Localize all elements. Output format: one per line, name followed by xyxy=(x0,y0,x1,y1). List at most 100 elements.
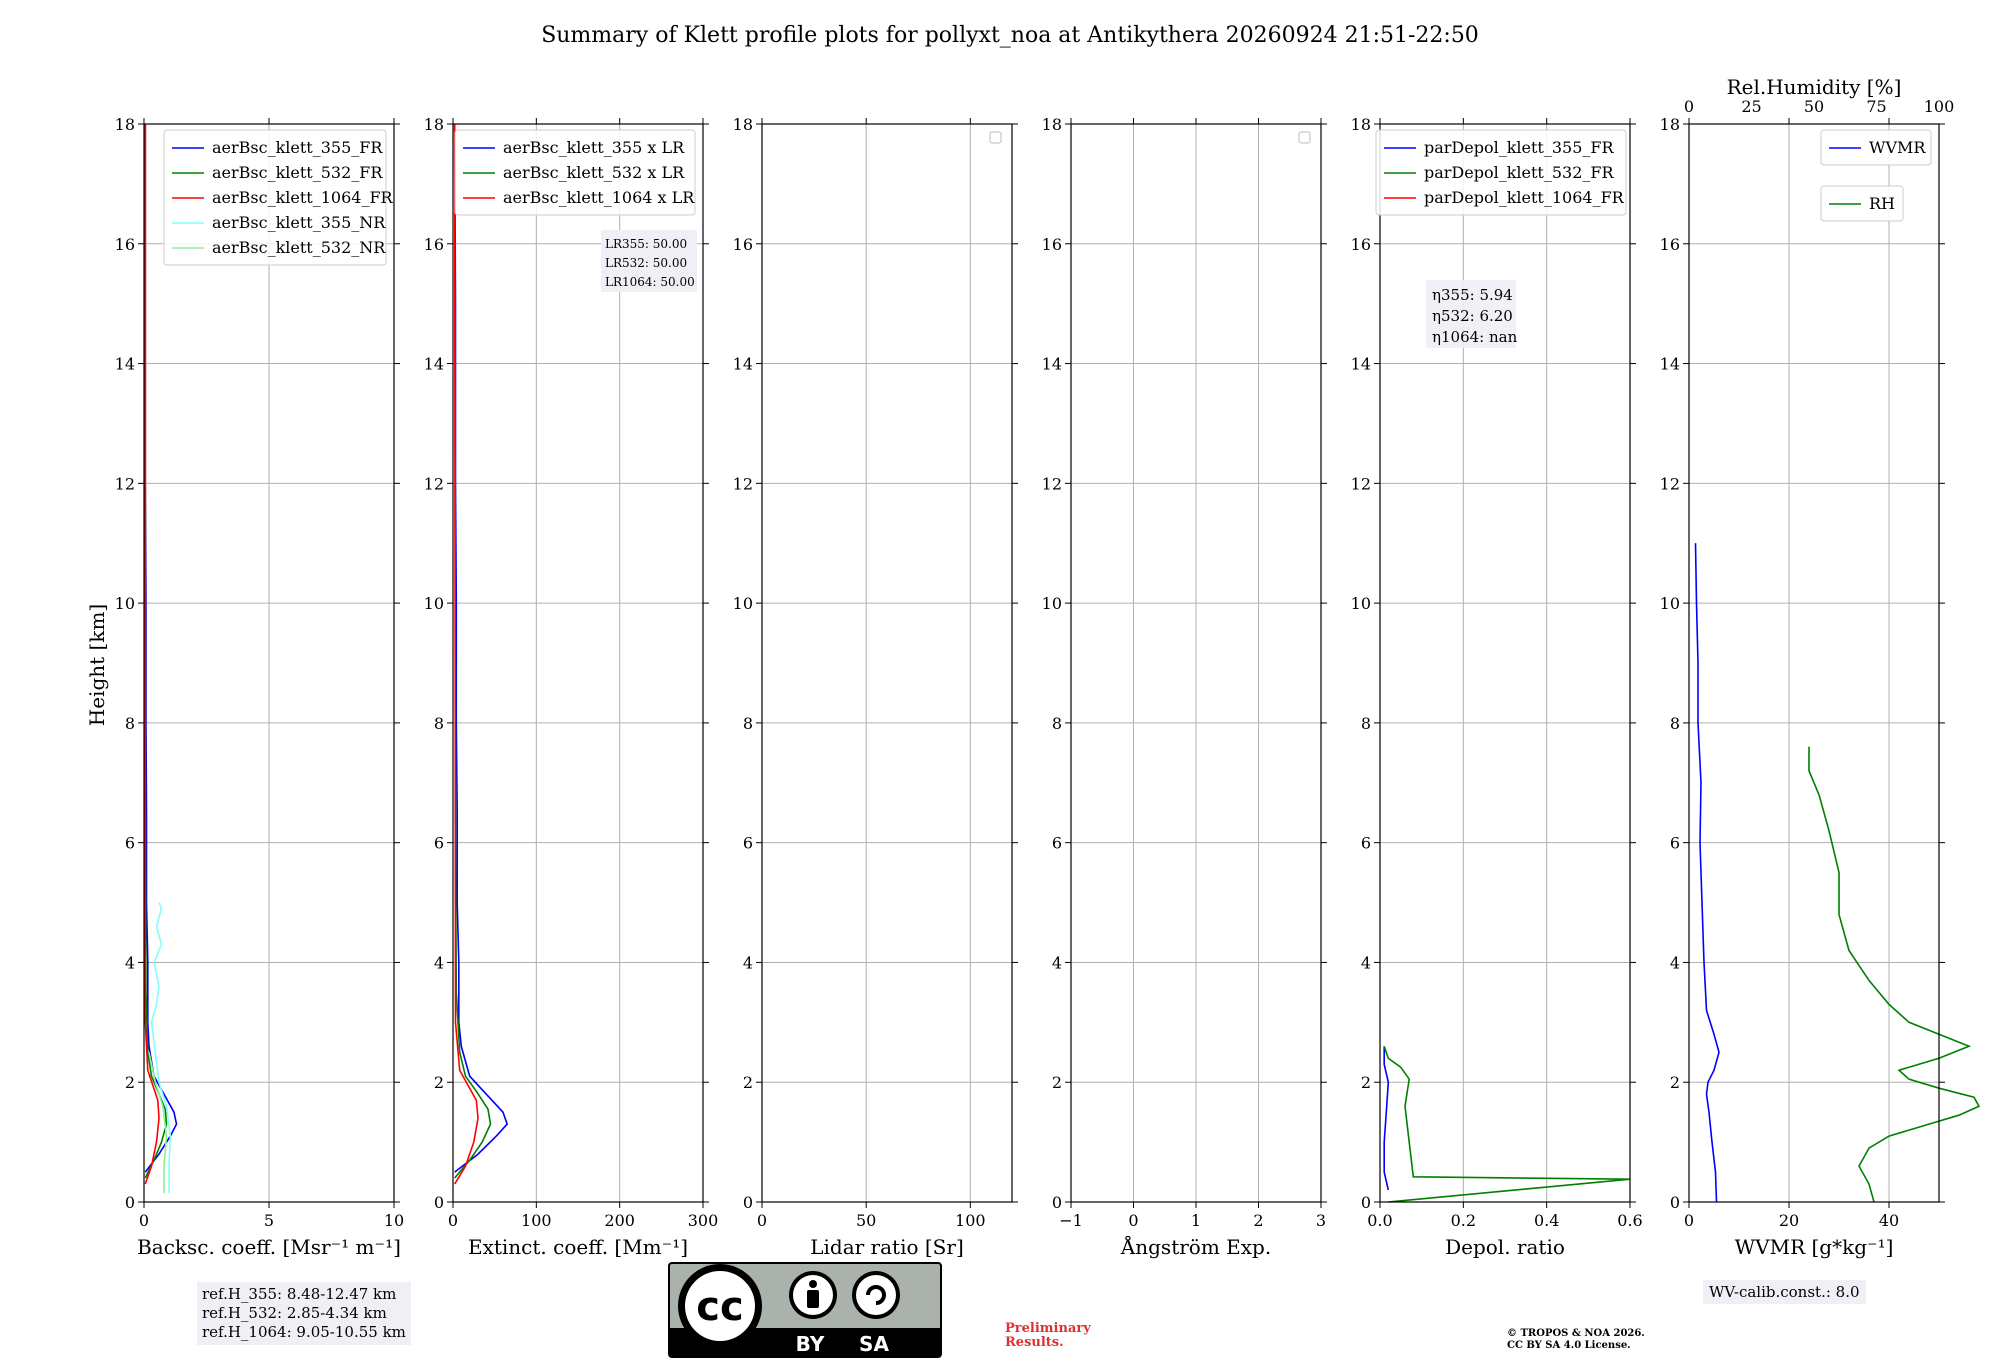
y-tick-label: 0 xyxy=(125,1193,135,1212)
panel-4: 024681012141618−1 0 1 2 3Ångström Exp. xyxy=(1042,115,1327,1259)
x-tick-label: 0 xyxy=(1128,1211,1138,1230)
cc-logo-text: cc xyxy=(696,1284,743,1330)
panel-1: 0 2 4 6 8 10 12 14 16 18 0 5 10 Backsc. coeff. [Msr⁻¹… xyxy=(115,115,405,1259)
y-tick-label: 14 xyxy=(1660,355,1680,374)
x-tick-label: 0 xyxy=(1684,1211,1694,1230)
copyright-note: © TROPOS & NOA 2026. CC BY SA 4.0 Licens… xyxy=(1507,1328,1645,1352)
y-tick-label: 10 xyxy=(1042,594,1062,613)
legend-entry: WVMR xyxy=(1869,138,1926,157)
y-tick-label: 10 xyxy=(115,594,135,613)
annotation-line: η355: 5.94 xyxy=(1432,286,1513,304)
y-tick-label: 8 xyxy=(125,714,135,733)
x-tick-label: 2 xyxy=(1253,1211,1263,1230)
y-tick-label: 0 xyxy=(1670,1193,1680,1212)
copyright-line-1: © TROPOS & NOA 2026. xyxy=(1507,1328,1645,1339)
y-tick-label: 14 xyxy=(424,355,444,374)
x-tick-label: 300 xyxy=(688,1211,719,1230)
legend: aerBsc_klett_355_FR aerBsc_klett_532_FRae… xyxy=(163,129,394,266)
series-line-aerBsc_klett_355_FR xyxy=(144,124,178,1173)
y-tick-label: 6 xyxy=(1052,834,1062,853)
preliminary-results-note: Preliminary Results. xyxy=(1005,1322,1091,1350)
annotation-line: η532: 6.20 xyxy=(1432,307,1513,325)
y-tick-label: 8 xyxy=(1052,714,1062,733)
y-tick-label: 18 xyxy=(1351,115,1371,134)
y-tick-label: 4 xyxy=(125,953,135,972)
legend-entry: RH xyxy=(1869,194,1895,213)
series-line-aerBsc_klett_355 x LR xyxy=(453,123,509,1173)
annotation-box: η355: 5.94 η532: 6.20 η1064: nan xyxy=(1426,280,1518,348)
preliminary-line-1: Preliminary xyxy=(1005,1321,1091,1336)
legend-entry: aerBsc_klett_532_NR xyxy=(212,238,386,257)
figure-title: Summary of Klett profile plots for polly… xyxy=(541,23,1479,48)
legend-entry: aerBsc_klett_1064_FR xyxy=(212,188,394,207)
x-axis-label: Extinct. coeff. [Mm⁻¹] xyxy=(468,1235,688,1259)
x2-tick-label: 75 xyxy=(1866,97,1886,116)
sa-logo-text: SA xyxy=(859,1332,889,1356)
y-tick-label: 0 xyxy=(1052,1193,1062,1212)
y-tick-label: 0 xyxy=(743,1193,753,1212)
refh-532: ref.H_532: 2.85-4.34 km xyxy=(202,1304,387,1322)
y-tick-label: 12 xyxy=(1660,474,1680,493)
annotation-line: LR1064: 50.00 xyxy=(605,275,695,289)
legend-entry: aerBsc_klett_355 x LR xyxy=(503,138,685,157)
x-tick-label: 0.0 xyxy=(1367,1211,1392,1230)
y-tick-label: 10 xyxy=(1660,594,1680,613)
axes-frame xyxy=(1688,123,1940,1203)
annotation-line: LR532: 50.00 xyxy=(605,256,687,270)
preliminary-line-2: Results. xyxy=(1005,1335,1064,1350)
y-tick-label: 18 xyxy=(1042,115,1062,134)
series-line-parDepol_klett_355_FR xyxy=(1383,1046,1390,1191)
y-tick-label: 4 xyxy=(1670,953,1680,972)
legend-entry: aerBsc_klett_532_FR xyxy=(212,163,383,182)
y-tick-label: 4 xyxy=(743,953,753,972)
legend-entry: parDepol_klett_355_FR xyxy=(1424,138,1615,157)
legend: RH xyxy=(1820,185,1904,222)
y-tick-label: 18 xyxy=(1660,115,1680,134)
x-tick-label: 40 xyxy=(1879,1211,1899,1230)
y-tick-label: 16 xyxy=(424,235,444,254)
y-tick-label: 16 xyxy=(1351,235,1371,254)
wv-calib-note: WV-calib.const.: 8.0 xyxy=(1703,1280,1866,1304)
legend: WVMR xyxy=(1820,129,1932,166)
x-tick-label: 0.2 xyxy=(1451,1211,1476,1230)
x-tick-label: 0.6 xyxy=(1617,1211,1642,1230)
x-tick-label: 20 xyxy=(1779,1211,1799,1230)
x-tick-label: −1 xyxy=(1059,1211,1083,1230)
x-tick-label: 200 xyxy=(604,1211,635,1230)
y-tick-label: 16 xyxy=(733,235,753,254)
x-tick-label: 100 xyxy=(521,1211,552,1230)
y-tick-label: 8 xyxy=(434,714,444,733)
x2-axis-label: Rel.Humidity [%] xyxy=(1727,75,1902,99)
y-tick-label: 2 xyxy=(125,1073,135,1092)
y-tick-label: 8 xyxy=(1670,714,1680,733)
y-tick-label: 4 xyxy=(1361,953,1371,972)
legend-entry: aerBsc_klett_355_NR xyxy=(212,213,386,232)
series-line-RH xyxy=(1808,746,1981,1203)
y-tick-label: 2 xyxy=(743,1073,753,1092)
x-tick-label: 100 xyxy=(955,1211,986,1230)
x-tick-label: 0.4 xyxy=(1534,1211,1559,1230)
y-tick-label: 8 xyxy=(743,714,753,733)
y-tick-label: 16 xyxy=(115,235,135,254)
y-tick-label: 4 xyxy=(434,953,444,972)
x2-tick-label: 0 xyxy=(1684,97,1694,116)
refh-355: ref.H_355: 8.48-12.47 km xyxy=(202,1285,397,1303)
series-line-parDepol_klett_532_FR xyxy=(1383,1046,1631,1203)
y-tick-label: 8 xyxy=(1361,714,1371,733)
y-tick-label: 0 xyxy=(1361,1193,1371,1212)
reference-height-notes: ref.H_355: 8.48-12.47 km ref.H_532: 2.85… xyxy=(197,1282,411,1345)
annotation-line: η1064: nan xyxy=(1432,328,1518,346)
x2-tick-label: 100 xyxy=(1924,97,1955,116)
legend-entry: parDepol_klett_532_FR xyxy=(1424,163,1615,182)
x-tick-label: 5 xyxy=(264,1211,274,1230)
y-tick-label: 2 xyxy=(1052,1073,1062,1092)
annotation-box: LR355: 50.00 LR532: 50.00 LR1064: 50.00 xyxy=(601,230,697,292)
annotation-line: LR355: 50.00 xyxy=(605,237,687,251)
y-tick-label: 14 xyxy=(115,355,135,374)
panel-2: 0 2 4 6 8 10 12 14 16 18 0 100 200 300Extinct. coeff.… xyxy=(424,115,719,1259)
y-tick-label: 14 xyxy=(733,355,753,374)
x-axis-label: Ångström Exp. xyxy=(1120,1234,1271,1259)
y-tick-label: 6 xyxy=(434,834,444,853)
y-tick-label: 12 xyxy=(1042,474,1062,493)
x-axis-label: Backsc. coeff. [Msr⁻¹ m⁻¹] xyxy=(137,1235,401,1259)
